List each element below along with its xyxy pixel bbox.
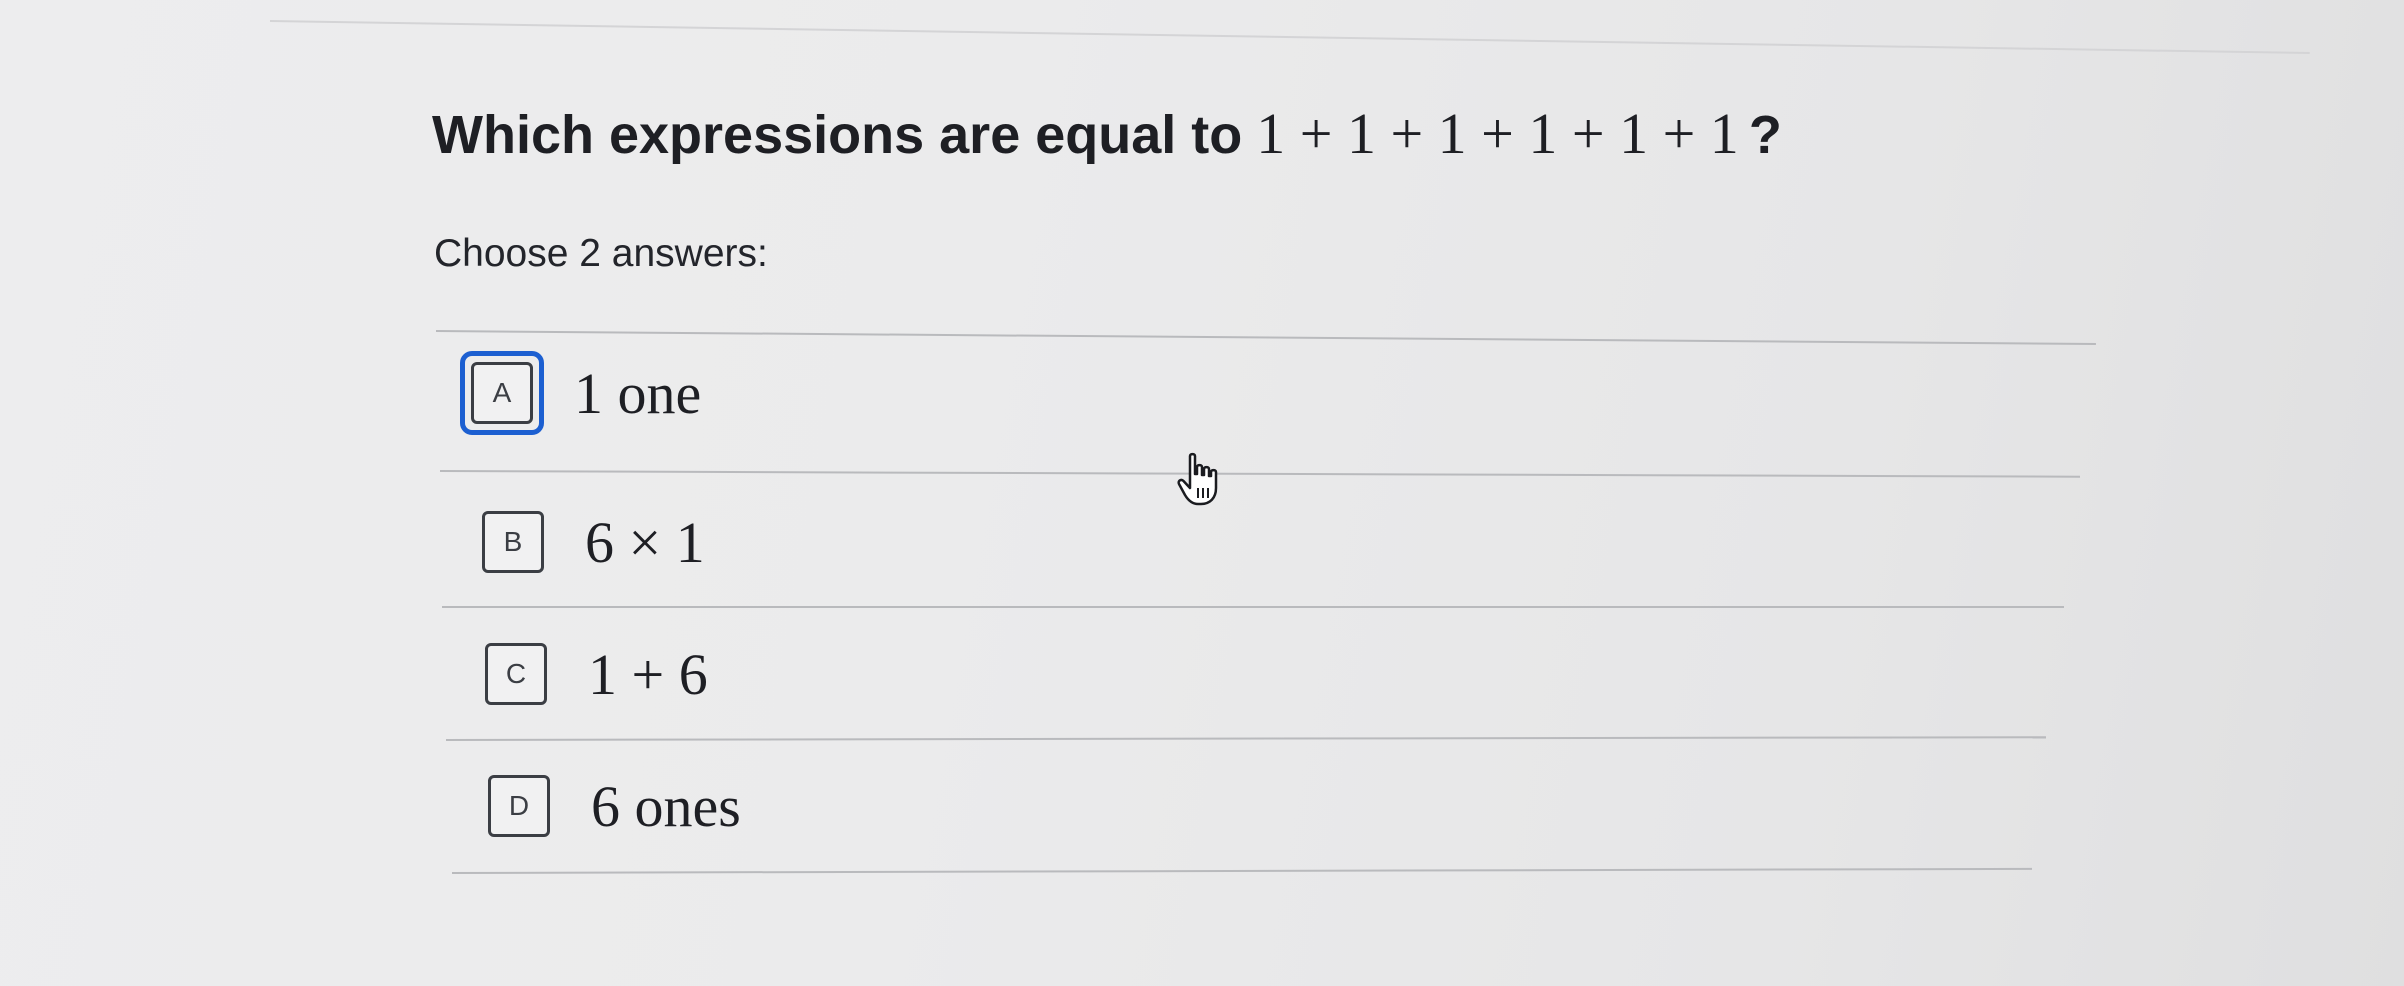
- choice-b[interactable]: B 6 × 1: [471, 500, 705, 584]
- choices-top-divider: [435, 330, 2096, 346]
- choice-c-focus-ring[interactable]: C: [474, 632, 558, 716]
- choice-c-label: 1 + 6: [588, 641, 708, 707]
- question-expression: 1 + 1 + 1 + 1 + 1 + 1: [1256, 101, 1739, 166]
- choice-divider: [445, 736, 2046, 741]
- choice-d-letter-box[interactable]: D: [488, 775, 550, 837]
- choice-b-letter-box[interactable]: B: [482, 511, 544, 573]
- question-text: Which expressions are equal to: [432, 105, 1243, 165]
- question-prompt: Which expressions are equal to 1 + 1 + 1 …: [432, 100, 1782, 167]
- choice-divider: [451, 867, 2032, 874]
- choice-a[interactable]: A 1 one: [460, 351, 701, 435]
- answer-instruction: Choose 2 answers:: [434, 232, 768, 275]
- choice-c-letter-box[interactable]: C: [485, 643, 547, 705]
- choice-a-focus-ring[interactable]: A: [460, 351, 544, 435]
- top-divider: [269, 20, 2310, 55]
- choice-b-focus-ring[interactable]: B: [471, 500, 555, 584]
- choice-b-label: 6 × 1: [585, 509, 705, 575]
- choice-d[interactable]: D 6 ones: [477, 764, 741, 848]
- choice-d-focus-ring[interactable]: D: [477, 764, 561, 848]
- choice-a-letter-box[interactable]: A: [471, 362, 533, 424]
- question-mark: ?: [1748, 105, 1782, 165]
- choice-divider: [442, 606, 2064, 608]
- hand-pointer-icon: [1177, 452, 1218, 506]
- choice-c[interactable]: C 1 + 6: [474, 632, 708, 716]
- choice-a-label: 1 one: [574, 360, 702, 426]
- choice-d-label: 6 ones: [591, 773, 741, 839]
- choice-divider: [439, 470, 2080, 478]
